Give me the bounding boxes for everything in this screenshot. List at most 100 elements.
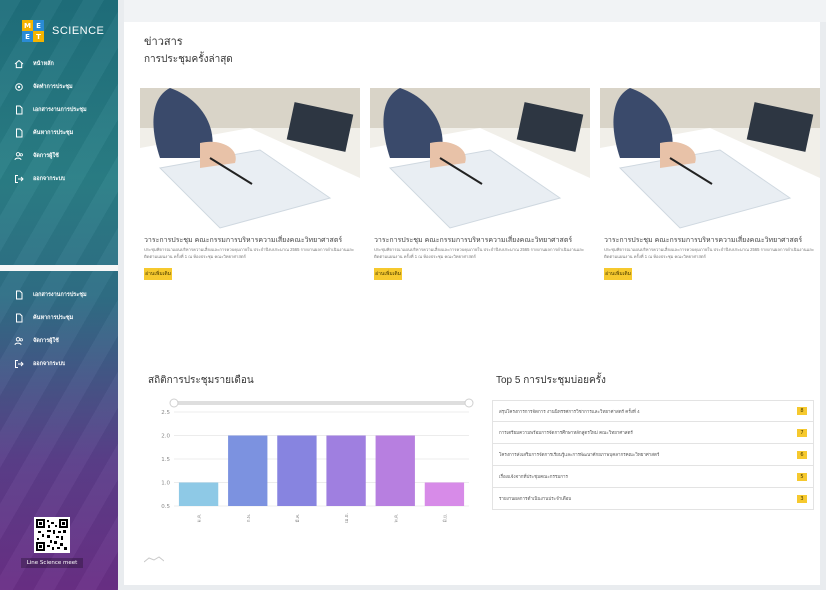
chart-bar (228, 435, 268, 506)
chart-bar (424, 482, 465, 506)
sidebar-item-logout[interactable]: ออกจากระบบ (0, 167, 118, 190)
document-icon (13, 289, 25, 301)
list-item[interactable]: รายงานผลการดำเนินงานประจำเดือน 3 (492, 488, 814, 510)
list-item[interactable]: สรุปโครงการการจัดการ งานนิทรรศการวิชาการ… (492, 400, 814, 422)
x-tick-label: ม.ค. (198, 514, 203, 523)
y-tick-label: 2.5 (161, 410, 170, 416)
sidebar-item-users[interactable]: จัดการผู้ใช้ (0, 144, 118, 167)
line-qr-block: Line Science meet (8, 517, 96, 579)
top5-item-text: โครงการส่งเสริมการจัดการเรียนรู้และการพั… (499, 452, 660, 457)
y-tick-label: 1.0 (161, 481, 170, 487)
top-bar (124, 0, 826, 22)
x-tick-label: เม.ย. (345, 513, 350, 523)
x-tick-label: ก.พ. (246, 514, 252, 523)
page-title: ข่าวสาร (144, 36, 183, 48)
sidebar-item-label: เอกสารงานการประชุม (33, 291, 87, 298)
news-card-image (370, 88, 590, 232)
read-more-button[interactable]: อ่านเพิ่มเติม (144, 268, 172, 280)
list-item[interactable]: การเตรียมความพร้อมการจัดการศึกษาหลักสูตร… (492, 422, 814, 444)
sidebar-item-label: จัดทำการประชุม (33, 83, 73, 90)
news-card: วาระการประชุม คณะกรรมการบริหารความเสี่ยง… (140, 88, 360, 338)
range-slider-handle-right (464, 398, 474, 408)
top5-item-text: รายงานผลการดำเนินงานประจำเดือน (499, 496, 572, 501)
document-icon (13, 127, 25, 139)
sidebar-item-label: จัดการผู้ใช้ (33, 152, 59, 159)
brand[interactable]: M E E T SCIENCE (22, 20, 104, 42)
logo-letter: E (33, 20, 44, 31)
sidebar-item-home[interactable]: หน้าหลัก (0, 52, 118, 75)
top5-list: สรุปโครงการการจัดการ งานนิทรรศการวิชาการ… (492, 400, 814, 510)
count-badge: 7 (797, 428, 807, 437)
sidebar-item-users[interactable]: จัดการผู้ใช้ (0, 329, 118, 352)
logout-icon (13, 173, 25, 185)
sidebar-nav: หน้าหลัก จัดทำการประชุม เอกสารงานการประช… (0, 52, 118, 190)
top5-item-text: เรื่องแจ้งจากที่ประชุมคณะกรรมการ (499, 474, 568, 479)
sidebar-item-label: ค้นหาการประชุม (33, 129, 74, 136)
chart-bar (375, 435, 415, 506)
section-title-latest: การประชุมครั้งล่าสุด (144, 54, 233, 65)
chart-footer-mark (143, 555, 165, 565)
document-icon (13, 104, 25, 116)
sidebar-item-label: ออกจากระบบ (33, 175, 66, 182)
x-tick-label: พ.ค. (393, 514, 399, 523)
news-card-description: ประชุมพิจารณาแผนบริหารความเสี่ยงและการคว… (604, 247, 815, 259)
top5-item-text: การเตรียมความพร้อมการจัดการศึกษาหลักสูตร… (499, 430, 633, 435)
brand-logo: M E E T (22, 20, 44, 42)
users-icon (13, 150, 25, 162)
sidebar-item-label: ค้นหาการประชุม (33, 314, 74, 321)
top5-title: Top 5 การประชุมบ่อยครั้ง (496, 375, 606, 386)
main-content: ข่าวสาร การประชุมครั้งล่าสุด วาระการประช… (124, 22, 820, 585)
sidebar-item-label: จัดการผู้ใช้ (33, 337, 59, 344)
sidebar-item-search-meeting[interactable]: ค้นหาการประชุม (0, 121, 118, 144)
news-card-title: วาระการประชุม คณะกรรมการบริหารความเสี่ยง… (144, 237, 343, 244)
list-item[interactable]: โครงการส่งเสริมการจัดการเรียนรู้และการพั… (492, 444, 814, 466)
document-icon (13, 312, 25, 324)
chart-bar (326, 435, 366, 506)
read-more-button[interactable]: อ่านเพิ่มเติม (374, 268, 402, 280)
news-card: วาระการประชุม คณะกรรมการบริหารความเสี่ยง… (370, 88, 590, 338)
monthly-stats-chart: 0.5 1.0 1.5 2.0 2.5 ม.ค. ก.พ. มี.ค. เม.ย. พ.ค. มิ.… (144, 398, 474, 538)
news-card-title: วาระการประชุม คณะกรรมการบริหารความเสี่ยง… (604, 237, 803, 244)
home-icon (13, 58, 25, 70)
stats-title: สถิติการประชุมรายเดือน (148, 375, 254, 386)
qr-label: Line Science meet (20, 558, 84, 568)
x-tick-label: มี.ค. (295, 514, 301, 523)
sidebar-divider (0, 265, 118, 271)
news-card: วาระการประชุม คณะกรรมการบริหารความเสี่ยง… (600, 88, 820, 338)
sidebar-item-documents[interactable]: เอกสารงานการประชุม (0, 283, 118, 306)
count-badge: 3 (797, 494, 807, 503)
gear-icon (13, 81, 25, 93)
y-tick-label: 0.5 (161, 504, 170, 510)
read-more-button[interactable]: อ่านเพิ่มเติม (604, 268, 632, 280)
logo-letter: T (33, 31, 44, 42)
news-card-image (600, 88, 820, 232)
chart-bar (178, 482, 219, 506)
count-badge: 5 (797, 472, 807, 481)
logo-letter: E (22, 31, 33, 42)
news-card-description: ประชุมพิจารณาแผนบริหารความเสี่ยงและการคว… (374, 247, 585, 259)
y-tick-label: 2.0 (161, 434, 170, 440)
logout-icon (13, 358, 25, 370)
app-root: M E E T SCIENCE หน้าหลัก จัดทำการประชุม (0, 0, 826, 590)
sidebar-item-create-meeting[interactable]: จัดทำการประชุม (0, 75, 118, 98)
sidebar-item-search-meeting[interactable]: ค้นหาการประชุม (0, 306, 118, 329)
qr-code (34, 517, 70, 553)
brand-name: SCIENCE (52, 25, 105, 37)
chart-bar (277, 435, 317, 506)
top5-item-text: สรุปโครงการการจัดการ งานนิทรรศการวิชาการ… (499, 408, 640, 414)
sidebar-item-logout[interactable]: ออกจากระบบ (0, 352, 118, 375)
sidebar-item-label: เอกสารงานการประชุม (33, 106, 87, 113)
count-badge: 6 (797, 450, 807, 459)
sidebar-nav-secondary: เอกสารงานการประชุม ค้นหาการประชุม จัดการ… (0, 283, 118, 375)
sidebar: M E E T SCIENCE หน้าหลัก จัดทำการประชุม (0, 0, 118, 590)
range-slider-handle-left (169, 398, 179, 408)
sidebar-item-label: ออกจากระบบ (33, 360, 66, 367)
sidebar-item-label: หน้าหลัก (33, 60, 54, 67)
list-item[interactable]: เรื่องแจ้งจากที่ประชุมคณะกรรมการ 5 (492, 466, 814, 488)
sidebar-item-documents[interactable]: เอกสารงานการประชุม (0, 98, 118, 121)
news-card-image (140, 88, 360, 232)
news-card-title: วาระการประชุม คณะกรรมการบริหารความเสี่ยง… (374, 237, 573, 244)
logo-letter: M (22, 20, 33, 31)
y-tick-label: 1.5 (161, 457, 170, 463)
users-icon (13, 335, 25, 347)
